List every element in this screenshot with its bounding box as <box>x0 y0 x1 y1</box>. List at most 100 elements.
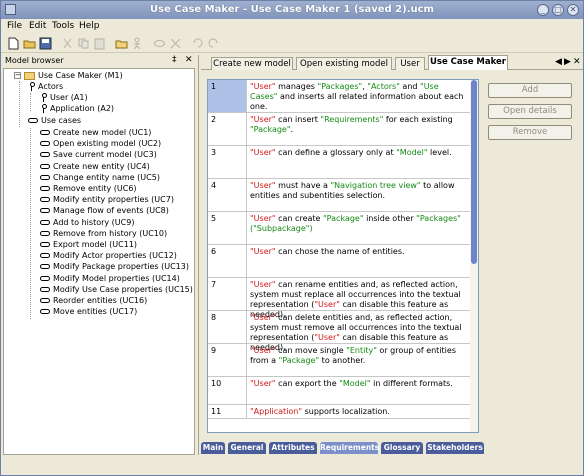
tree-usecase-item[interactable]: Create new model (UC1) <box>40 128 151 137</box>
splitter[interactable] <box>198 55 200 455</box>
usecase-icon <box>40 309 50 315</box>
usecases-folder-label: Use cases <box>41 116 82 125</box>
tree-usecase-item[interactable]: Modify Model properties (UC14) <box>40 274 180 283</box>
table-row[interactable]: 6 "User" can chose the name of entities. <box>208 245 471 278</box>
tab-use-case-maker[interactable]: Use Case Maker <box>428 55 508 70</box>
plain-text: and <box>399 82 421 91</box>
tree-usecases-folder[interactable]: Use cases <box>28 116 81 125</box>
tab-stakeholders[interactable]: Stakeholders <box>426 442 484 454</box>
usecase-label: Manage flow of events (UC8) <box>53 206 169 216</box>
menu-tools[interactable]: Tools <box>52 21 74 31</box>
requirement-text: "Application" supports localization. <box>250 407 468 417</box>
menu-edit[interactable]: Edit <box>29 21 46 31</box>
keyword: "User" <box>250 346 276 355</box>
detail-tabs: Main General Attributes Requirements Glo… <box>201 442 485 454</box>
model-tree[interactable]: − Use Case Maker (M1) Actors User (A1) A… <box>3 68 195 455</box>
tab-scroll-left-icon[interactable]: ◀ <box>555 57 562 67</box>
table-row[interactable]: 7 "User" can rename entities and, as refl… <box>208 278 471 319</box>
collapse-icon[interactable]: − <box>14 72 21 79</box>
tab-user[interactable]: User <box>395 57 425 70</box>
new-icon[interactable] <box>7 37 20 50</box>
usecase-label: Change entity name (UC5) <box>53 172 160 182</box>
menu-help[interactable]: Help <box>79 21 100 31</box>
tree-usecase-item[interactable]: Modify Use Case properties (UC15) <box>40 285 193 294</box>
table-row[interactable]: 11 "Application" supports localization. <box>208 405 471 419</box>
table-row[interactable]: 4 "User" must have a "Navigation tree vie… <box>208 179 471 212</box>
tree-usecase-item[interactable]: Move entities (UC17) <box>40 307 137 316</box>
open-icon[interactable] <box>23 37 36 50</box>
usecase-icon <box>40 298 50 303</box>
tree-usecase-item[interactable]: Manage flow of events (UC8) <box>40 206 169 215</box>
tab-scroll-right-icon[interactable]: ▶ <box>564 57 571 67</box>
add-button[interactable]: Add <box>488 83 572 98</box>
usecase-icon <box>40 253 50 259</box>
close-tab-icon[interactable]: ✕ <box>573 57 581 67</box>
grid-scrollbar[interactable] <box>470 80 478 432</box>
tab-general[interactable]: General <box>228 442 266 454</box>
plain-text: can move single <box>275 346 347 355</box>
row-number: 8 <box>208 311 247 343</box>
remove-button[interactable]: Remove <box>488 125 572 140</box>
tree-usecase-item[interactable]: Open existing model (UC2) <box>40 139 161 148</box>
scroll-thumb[interactable] <box>471 80 477 264</box>
close-panel-icon[interactable]: ✕ <box>185 55 193 65</box>
table-row[interactable]: 1 "User" manages "Packages", "Actors" and… <box>208 80 471 113</box>
maximize-button[interactable]: □ <box>552 4 564 16</box>
tree-usecase-item[interactable]: Export model (UC11) <box>40 240 137 249</box>
usecase-icon <box>40 163 50 169</box>
open-details-button[interactable]: Open details <box>488 104 572 119</box>
add-package-icon[interactable] <box>115 37 128 50</box>
usecase-icon <box>40 208 50 214</box>
keyword: "User" <box>250 181 276 190</box>
table-row[interactable]: 5 "User" can create "Package" inside othe… <box>208 212 471 245</box>
table-row[interactable]: 10 "User" can export the "Model" in diffe… <box>208 377 471 405</box>
table-row[interactable]: 8 "User" can delete entities and, as refl… <box>208 311 471 352</box>
table-row[interactable]: 9 "User" can move single "Entity" or grou… <box>208 344 471 377</box>
requirement-text: "User" can export the "Model" in differe… <box>250 379 468 389</box>
tree-usecase-item[interactable]: Change entity name (UC5) <box>40 173 160 182</box>
requirements-grid[interactable]: 1 "User" manages "Packages", "Actors" and… <box>207 79 479 433</box>
keyword: "User" <box>250 115 276 124</box>
tree-usecase-item[interactable]: Modify Actor properties (UC12) <box>40 251 177 260</box>
tab-main[interactable]: Main <box>201 442 225 454</box>
keyword: "User" <box>250 82 276 91</box>
table-row[interactable]: 2 "User" can insert "Requirements" for ea… <box>208 113 471 146</box>
tree-usecase-item[interactable]: Add to history (UC9) <box>40 218 134 227</box>
tab-glossary[interactable]: Glossary <box>381 442 423 454</box>
plain-text: for each existing <box>383 115 453 124</box>
tree-usecase-item[interactable]: Remove entity (UC6) <box>40 184 137 193</box>
usecase-label: Modify Model properties (UC14) <box>53 273 180 283</box>
plain-text: in different formats. <box>370 379 453 388</box>
paste-icon <box>94 38 105 50</box>
tree-root[interactable]: − Use Case Maker (M1) <box>14 71 123 80</box>
tree-usecase-item[interactable]: Reorder entities (UC16) <box>40 296 147 305</box>
actor-label: User (A1) <box>50 93 88 102</box>
tree-usecase-item[interactable]: Modify entity properties (UC7) <box>40 195 174 204</box>
usecase-label: Save current model (UC3) <box>53 150 157 160</box>
keyword: "User" <box>250 148 276 157</box>
tab-attributes[interactable]: Attributes <box>269 442 317 454</box>
row-number: 4 <box>208 179 247 211</box>
tree-usecase-item[interactable]: Remove from history (UC10) <box>40 229 167 238</box>
window-title: Use Case Maker - Use Case Maker 1 (saved… <box>150 4 434 15</box>
plain-text: can create <box>275 214 323 223</box>
tree-usecase-item[interactable]: Create new entity (UC4) <box>40 162 150 171</box>
tree-usecase-item[interactable]: Modify Package properties (UC13) <box>40 262 189 271</box>
tree-usecase-item[interactable]: Save current model (UC3) <box>40 150 157 159</box>
pin-icon[interactable]: ‡ <box>172 55 177 65</box>
minimize-button[interactable]: _ <box>537 4 549 16</box>
tree-actor-item[interactable]: Application (A2) <box>40 104 114 113</box>
tab-create-new-model[interactable]: Create new model <box>211 57 293 70</box>
keyword: "User" <box>314 300 340 309</box>
row-number: 9 <box>208 344 247 376</box>
close-window-button[interactable]: ✕ <box>567 4 579 16</box>
table-row[interactable]: 3 "User" can define a glossary only at "M… <box>208 146 471 179</box>
tree-actor-item[interactable]: User (A1) <box>40 93 88 102</box>
keyword: "Requirements" <box>320 115 384 124</box>
title-bar[interactable]: Use Case Maker - Use Case Maker 1 (saved… <box>1 1 583 19</box>
tree-actors-folder[interactable]: Actors <box>28 82 63 91</box>
tab-requirements[interactable]: Requirements <box>320 442 379 454</box>
menu-file[interactable]: File <box>7 21 22 31</box>
save-icon[interactable] <box>39 37 52 50</box>
tab-open-existing-model[interactable]: Open existing model <box>296 57 392 70</box>
